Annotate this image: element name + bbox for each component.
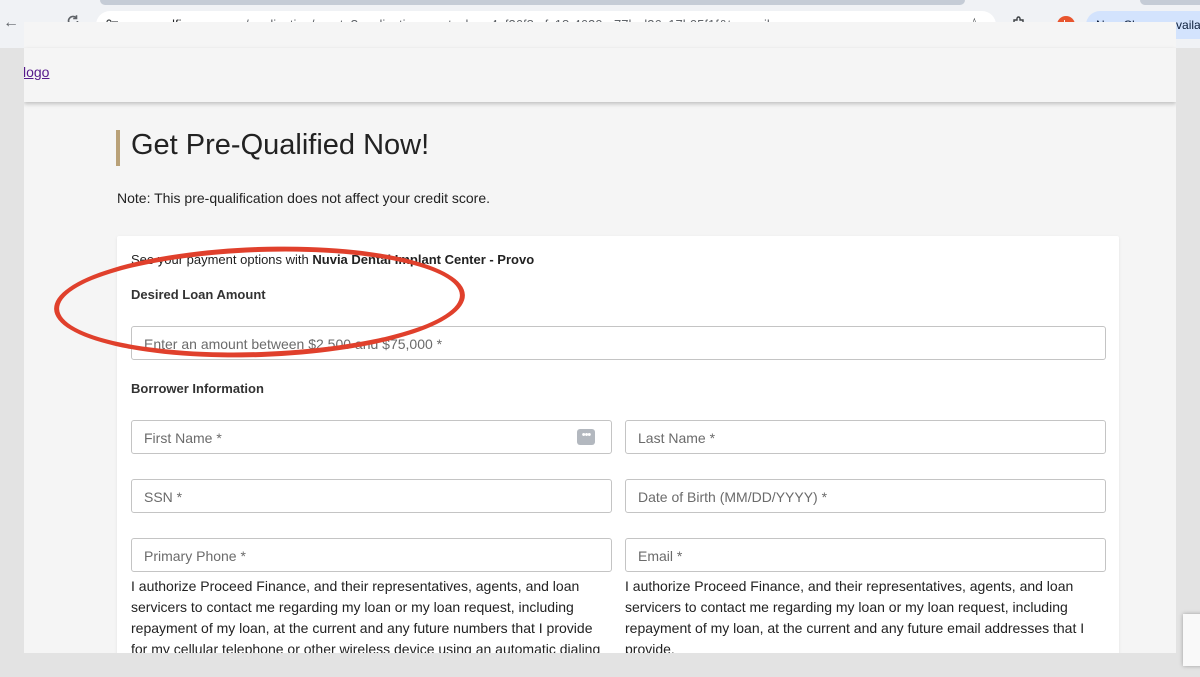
logo-link[interactable]: logo xyxy=(24,64,49,80)
loan-section-label: Desired Loan Amount xyxy=(131,287,266,302)
provider-name: Nuvia Dental Implant Center - Provo xyxy=(312,252,535,267)
email-placeholder: Email * xyxy=(638,548,683,564)
first-name-placeholder: First Name * xyxy=(144,430,222,446)
autofill-key-icon[interactable]: ••• xyxy=(577,429,595,445)
credit-note: Note: This pre-qualification does not af… xyxy=(117,190,491,206)
loan-amount-input[interactable]: Enter an amount between $2,500 and $75,0… xyxy=(131,326,1106,360)
last-name-placeholder: Last Name * xyxy=(638,430,716,446)
email-consent-text: I authorize Proceed Finance, and their r… xyxy=(625,578,1085,653)
intro-prefix: See your payment options with xyxy=(131,252,313,267)
date-of-birth-placeholder: Date of Birth (MM/DD/YYYY) * xyxy=(638,489,828,505)
borrower-section-label: Borrower Information xyxy=(131,381,264,396)
title-accent-bar xyxy=(116,130,120,166)
primary-phone-input[interactable]: Primary Phone * xyxy=(131,538,612,572)
recaptcha-badge[interactable] xyxy=(1183,614,1200,666)
ssn-placeholder: SSN * xyxy=(144,489,183,505)
ssn-input[interactable]: SSN * xyxy=(131,479,612,513)
application-form-card: See your payment options with Nuvia Dent… xyxy=(117,236,1119,653)
payment-options-intro: See your payment options with Nuvia Dent… xyxy=(131,252,534,267)
page-title: Get Pre-Qualified Now! xyxy=(131,129,430,161)
tab-strip-edge xyxy=(1140,0,1200,5)
last-name-input[interactable]: Last Name * xyxy=(625,420,1106,454)
loan-amount-placeholder: Enter an amount between $2,500 and $75,0… xyxy=(144,336,443,352)
back-icon[interactable]: ← xyxy=(2,14,20,32)
date-of-birth-input[interactable]: Date of Birth (MM/DD/YYYY) * xyxy=(625,479,1106,513)
logo-alt-text: logo xyxy=(24,64,50,80)
first-name-input[interactable]: First Name * ••• xyxy=(131,420,612,454)
primary-phone-placeholder: Primary Phone * xyxy=(144,548,246,564)
phone-consent-text: I authorize Proceed Finance, and their r… xyxy=(131,578,601,653)
web-page: logo Get Pre-Qualified Now! Note: This p… xyxy=(24,22,1176,653)
email-input[interactable]: Email * xyxy=(625,538,1106,572)
site-header: logo xyxy=(24,48,1176,102)
tab-strip xyxy=(100,0,965,5)
